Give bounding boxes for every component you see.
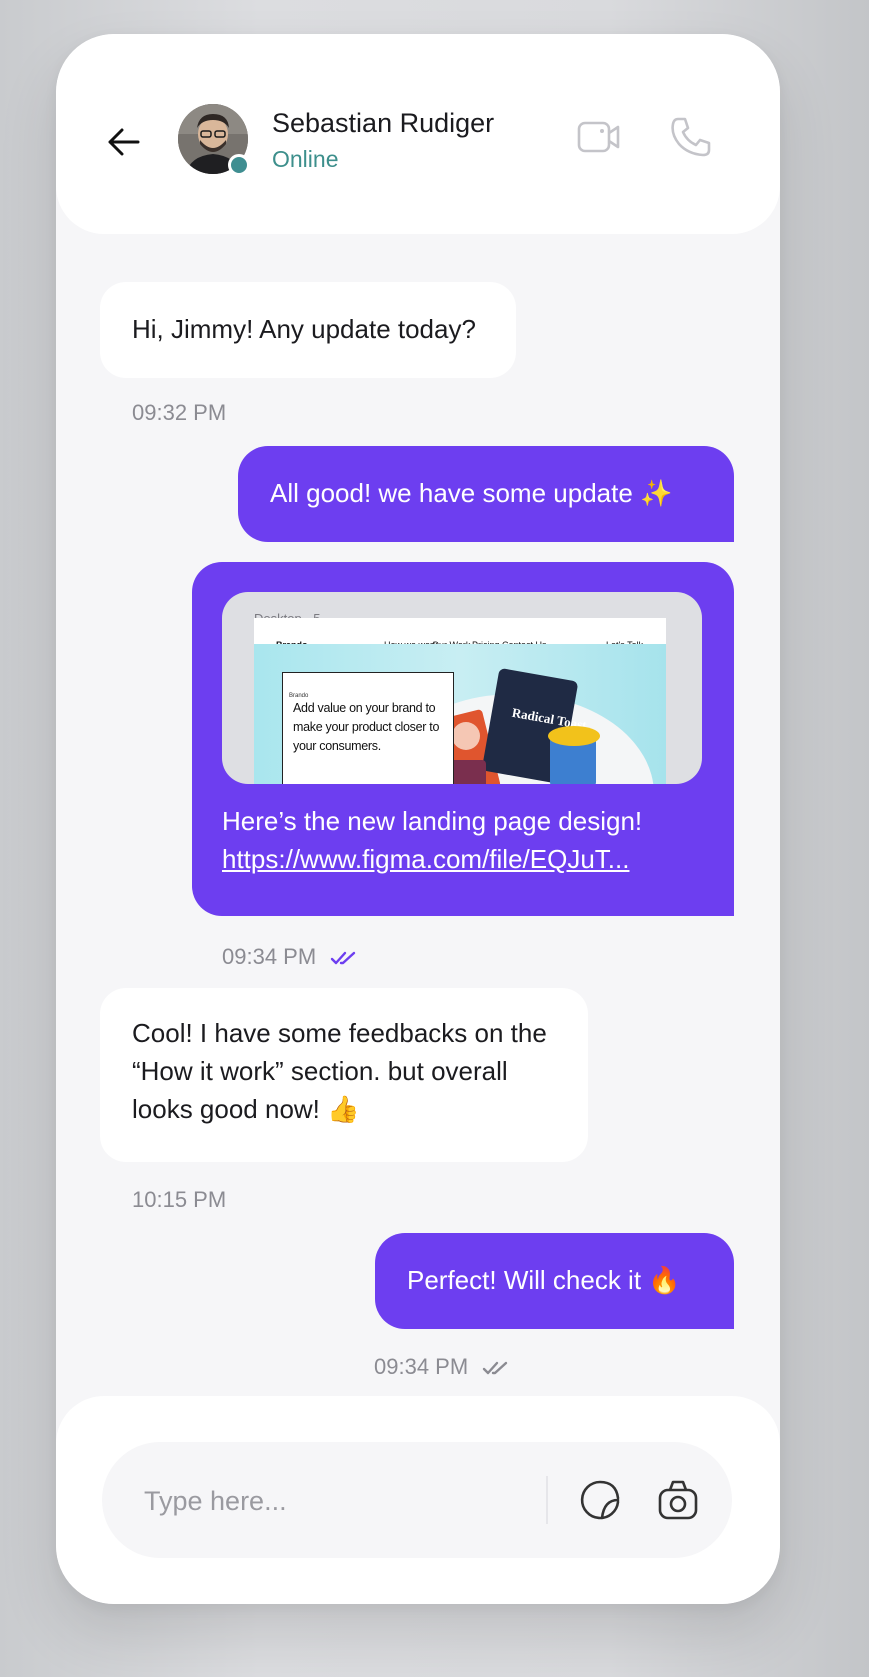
message-text-block: Here’s the new landing page design! http… [222, 802, 702, 878]
message-text: All good! we have some update ✨ [270, 478, 673, 508]
composer-divider [546, 1476, 548, 1524]
message-input[interactable] [142, 1480, 506, 1522]
message-time-text: 09:34 PM [374, 1354, 469, 1379]
preview-hero: Radical Toast Brando Add value on your b… [254, 644, 666, 784]
message-text: Hi, Jimmy! Any update today? [132, 314, 476, 344]
chat-header: Sebastian Rudiger Online [56, 34, 780, 234]
message-time: 09:32 PM [132, 400, 227, 425]
contact-status: Online [272, 146, 339, 172]
message-bubble-outgoing-attachment[interactable]: Desktop - 5 Brando How we work Our Work … [192, 562, 734, 916]
message-input-container [102, 1442, 732, 1558]
message-bubble-outgoing[interactable]: All good! we have some update ✨ [238, 446, 734, 542]
preview-headline: Add value on your brand to make your pro… [293, 701, 440, 753]
message-time: 09:34 PM [222, 944, 358, 970]
message-composer [56, 1396, 780, 1604]
design-preview-image[interactable]: Desktop - 5 Brando How we work Our Work … [222, 592, 702, 784]
preview-hero-card: Brando Add value on your brand to make y… [282, 672, 454, 784]
double-check-icon [331, 951, 356, 965]
message-bubble-incoming[interactable]: Cool! I have some feedbacks on the “How … [100, 988, 588, 1162]
message-time: 10:15 PM [132, 1187, 227, 1212]
back-arrow-icon[interactable] [104, 122, 144, 162]
online-indicator [228, 154, 250, 176]
chat-screen: Sebastian Rudiger Online Hi, Jimmy! Any … [56, 34, 780, 1604]
contact-name: Sebastian Rudiger [272, 108, 495, 138]
camera-icon[interactable] [656, 1478, 700, 1522]
message-link[interactable]: https://www.figma.com/file/EQJuT... [222, 840, 702, 878]
message-bubble-outgoing[interactable]: Perfect! Will check it 🔥 [375, 1233, 734, 1329]
message-text: Cool! I have some feedbacks on the “How … [132, 1018, 547, 1124]
message-bubble-incoming[interactable]: Hi, Jimmy! Any update today? [100, 282, 516, 378]
message-time-text: 09:34 PM [222, 944, 317, 969]
message-text: Perfect! Will check it 🔥 [407, 1265, 681, 1295]
double-check-icon [483, 1361, 508, 1375]
message-time: 09:34 PM [374, 1354, 510, 1380]
message-text: Here’s the new landing page design! [222, 806, 643, 836]
video-camera-icon[interactable] [576, 114, 622, 160]
sticker-icon[interactable] [578, 1478, 622, 1522]
preview-navbar: Brando How we work Our Work Pricing Cont… [254, 618, 666, 650]
phone-icon[interactable] [668, 114, 714, 160]
